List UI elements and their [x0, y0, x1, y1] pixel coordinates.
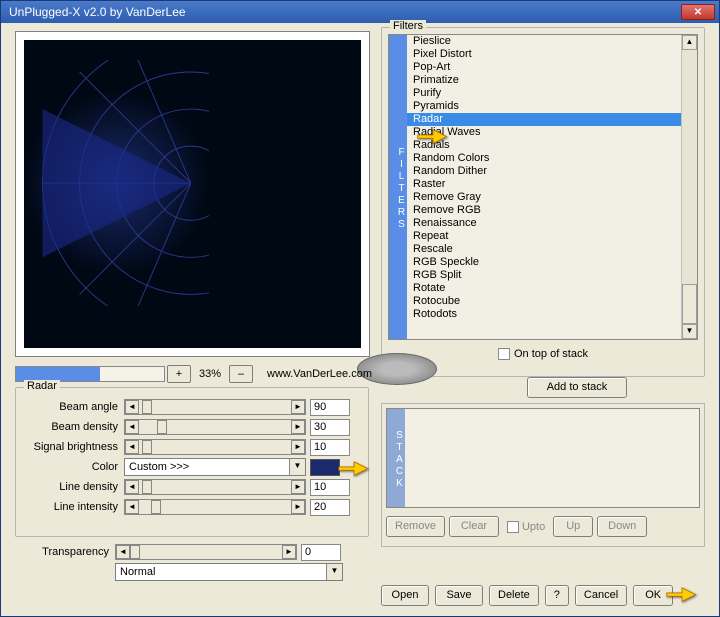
stack-remove-button[interactable]: Remove — [386, 516, 445, 537]
filter-item[interactable]: Pieslice — [407, 35, 681, 48]
filter-listbox[interactable]: FILTERS PieslicePixel DistortPop-ArtPrim… — [388, 34, 698, 340]
signal-brightness-slider[interactable]: ◄► — [124, 439, 306, 455]
radar-group-label: Radar — [24, 380, 60, 392]
stack-up-button[interactable]: Up — [553, 516, 593, 537]
color-label: Color — [24, 461, 124, 473]
color-dropdown-value: Custom >>> — [129, 461, 189, 473]
color-dropdown[interactable]: Custom >>> ▼ — [124, 458, 306, 476]
scroll-up-icon[interactable]: ▲ — [682, 35, 697, 50]
chevron-down-icon[interactable]: ▼ — [326, 564, 342, 580]
filter-item[interactable]: Rescale — [407, 243, 681, 256]
ok-button[interactable]: OK — [633, 585, 673, 606]
on-top-label: On top of stack — [514, 348, 588, 360]
scroll-down-icon[interactable]: ▼ — [682, 324, 697, 339]
scroll-track[interactable] — [682, 50, 697, 284]
transparency-value[interactable]: 0 — [301, 544, 341, 561]
radar-params-group: Radar Beam angle ◄► 90 Beam density ◄► 3… — [15, 387, 369, 537]
filter-item[interactable]: Radial Waves — [407, 126, 681, 139]
beam-angle-slider[interactable]: ◄► — [124, 399, 306, 415]
save-button[interactable]: Save — [435, 585, 483, 606]
line-intensity-label: Line intensity — [24, 501, 124, 513]
close-button[interactable]: ✕ — [681, 4, 715, 20]
filter-item[interactable]: Radar — [407, 113, 681, 126]
filter-item[interactable]: Remove Gray — [407, 191, 681, 204]
scroll-thumb[interactable] — [682, 284, 697, 324]
upto-checkbox[interactable] — [507, 521, 519, 533]
filter-item[interactable]: Purify — [407, 87, 681, 100]
dialog-buttons: Open Save Delete ? Cancel OK — [381, 585, 673, 606]
stack-items[interactable] — [405, 409, 699, 507]
filter-item[interactable]: Remove RGB — [407, 204, 681, 217]
filter-item[interactable]: Pyramids — [407, 100, 681, 113]
filter-item[interactable]: Pop-Art — [407, 61, 681, 74]
transparency-row: Transparency ◄► 0 Normal ▼ — [15, 543, 369, 583]
window-title: UnPlugged-X v2.0 by VanDerLee — [5, 5, 681, 19]
radar-preview-icon — [24, 60, 209, 306]
beam-angle-value[interactable]: 90 — [310, 399, 350, 416]
beam-angle-label: Beam angle — [24, 401, 124, 413]
vendor-url: www.VanDerLee.com — [255, 368, 372, 380]
line-density-slider[interactable]: ◄► — [124, 479, 306, 495]
blend-mode-dropdown[interactable]: Normal ▼ — [115, 563, 343, 581]
blend-mode-value: Normal — [120, 566, 155, 578]
title-bar[interactable]: UnPlugged-X v2.0 by VanDerLee ✕ — [1, 1, 719, 23]
filter-item[interactable]: RGB Split — [407, 269, 681, 282]
zoom-in-button[interactable]: + — [167, 365, 191, 383]
upto-label: Upto — [522, 521, 545, 533]
close-icon: ✕ — [694, 7, 702, 18]
filter-item[interactable]: Rotocube — [407, 295, 681, 308]
preview-image[interactable] — [24, 40, 361, 348]
help-button[interactable]: ? — [545, 585, 569, 606]
zoom-out-button[interactable]: – — [229, 365, 253, 383]
filters-side-tab[interactable]: FILTERS — [389, 35, 407, 339]
beam-density-slider[interactable]: ◄► — [124, 419, 306, 435]
open-button[interactable]: Open — [381, 585, 429, 606]
filters-group-label: Filters — [390, 20, 426, 32]
filter-item[interactable]: Renaissance — [407, 217, 681, 230]
chevron-down-icon[interactable]: ▼ — [289, 459, 305, 475]
stack-down-button[interactable]: Down — [597, 516, 647, 537]
zoom-controls: + 33% – www.VanDerLee.com — [15, 365, 372, 383]
line-intensity-slider[interactable]: ◄► — [124, 499, 306, 515]
cancel-button[interactable]: Cancel — [575, 585, 627, 606]
add-to-stack-button[interactable]: Add to stack — [527, 377, 627, 398]
stack-side-tab[interactable]: STACK — [387, 409, 405, 507]
filter-item[interactable]: Rotodots — [407, 308, 681, 321]
filters-group: Filters FILTERS PieslicePixel DistortPop… — [381, 27, 705, 377]
line-intensity-value[interactable]: 20 — [310, 499, 350, 516]
stack-listbox[interactable]: STACK — [386, 408, 700, 508]
filter-item[interactable]: Random Colors — [407, 152, 681, 165]
filter-item[interactable]: Rotate — [407, 282, 681, 295]
transparency-label: Transparency — [15, 546, 115, 558]
stack-clear-button[interactable]: Clear — [449, 516, 499, 537]
color-swatch[interactable] — [310, 459, 340, 476]
beam-density-label: Beam density — [24, 421, 124, 433]
filters-scrollbar[interactable]: ▲ ▼ — [681, 35, 697, 339]
line-density-label: Line density — [24, 481, 124, 493]
filter-item[interactable]: Primatize — [407, 74, 681, 87]
filter-item[interactable]: Pixel Distort — [407, 48, 681, 61]
delete-button[interactable]: Delete — [489, 585, 539, 606]
on-top-checkbox[interactable] — [498, 348, 510, 360]
zoom-percent: 33% — [193, 368, 227, 380]
filter-item[interactable]: Radials — [407, 139, 681, 152]
filter-item[interactable]: Raster — [407, 178, 681, 191]
content-area: Filters FILTERS PieslicePixel DistortPop… — [1, 23, 719, 616]
signal-brightness-label: Signal brightness — [24, 441, 124, 453]
line-density-value[interactable]: 10 — [310, 479, 350, 496]
signal-brightness-value[interactable]: 10 — [310, 439, 350, 456]
filter-item[interactable]: Repeat — [407, 230, 681, 243]
preview-panel — [15, 31, 370, 357]
filter-item[interactable]: RGB Speckle — [407, 256, 681, 269]
filter-items[interactable]: PieslicePixel DistortPop-ArtPrimatizePur… — [407, 35, 681, 339]
filter-item[interactable]: Random Dither — [407, 165, 681, 178]
beam-density-value[interactable]: 30 — [310, 419, 350, 436]
stack-group: STACK Remove Clear Upto Up Down — [381, 403, 705, 547]
app-window: UnPlugged-X v2.0 by VanDerLee ✕ — [0, 0, 720, 617]
transparency-slider[interactable]: ◄► — [115, 544, 297, 560]
